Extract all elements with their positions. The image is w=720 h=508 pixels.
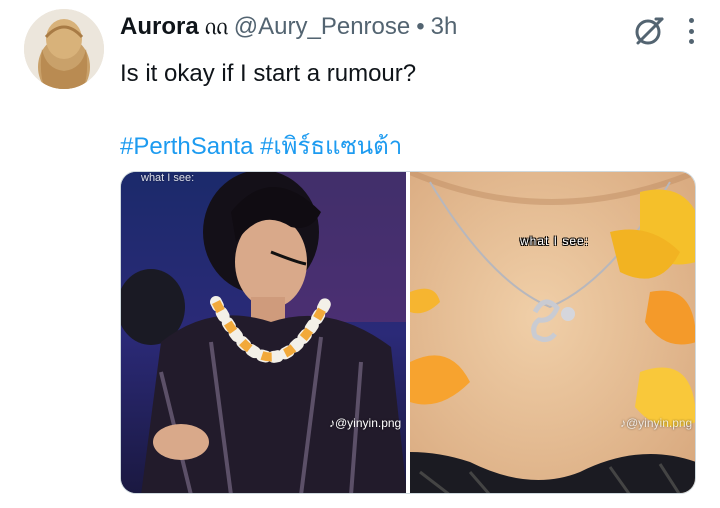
hashtag-thai[interactable]: #เพิร์ธแซนต้า — [260, 133, 402, 160]
avatar-image — [24, 9, 104, 89]
tweet[interactable]: Aurora ᦶ @Aury_Penrose • 3h Is it okay i… — [0, 0, 720, 508]
necklace-image — [410, 172, 695, 493]
hashtag-perthsanta[interactable]: #PerthSanta — [120, 133, 253, 160]
tweet-header: Aurora ᦶ @Aury_Penrose • 3h — [120, 10, 457, 44]
hashtag-line: #PerthSanta #เพิร์ธแซนต้า — [120, 126, 402, 165]
right-caption: what I see: — [520, 234, 590, 248]
media-grid: what I see: ♪@yinyin.png what I see: ♪@y… — [120, 171, 696, 494]
tweet-text: Is it okay if I start a rumour? — [120, 60, 417, 87]
separator-dot: • — [416, 13, 425, 40]
grok-icon[interactable] — [632, 14, 666, 48]
left-watermark: ♪@yinyin.png — [329, 416, 402, 430]
photo-performer[interactable]: what I see: ♪@yinyin.png — [121, 172, 406, 493]
timestamp[interactable]: 3h — [431, 13, 458, 41]
left-caption-top: what I see: — [141, 172, 195, 184]
name-glyph: ᦶ — [204, 12, 228, 40]
user-handle[interactable]: @Aury_Penrose — [234, 13, 410, 41]
performer-image — [121, 172, 406, 493]
right-watermark: ♪@yinyin.png — [620, 416, 693, 430]
photo-necklace[interactable]: what I see: ♪@yinyin.png — [410, 172, 695, 493]
display-name[interactable]: Aurora — [120, 13, 199, 41]
avatar[interactable] — [24, 9, 104, 89]
tweet-actions — [632, 14, 696, 48]
more-icon[interactable] — [686, 16, 696, 46]
